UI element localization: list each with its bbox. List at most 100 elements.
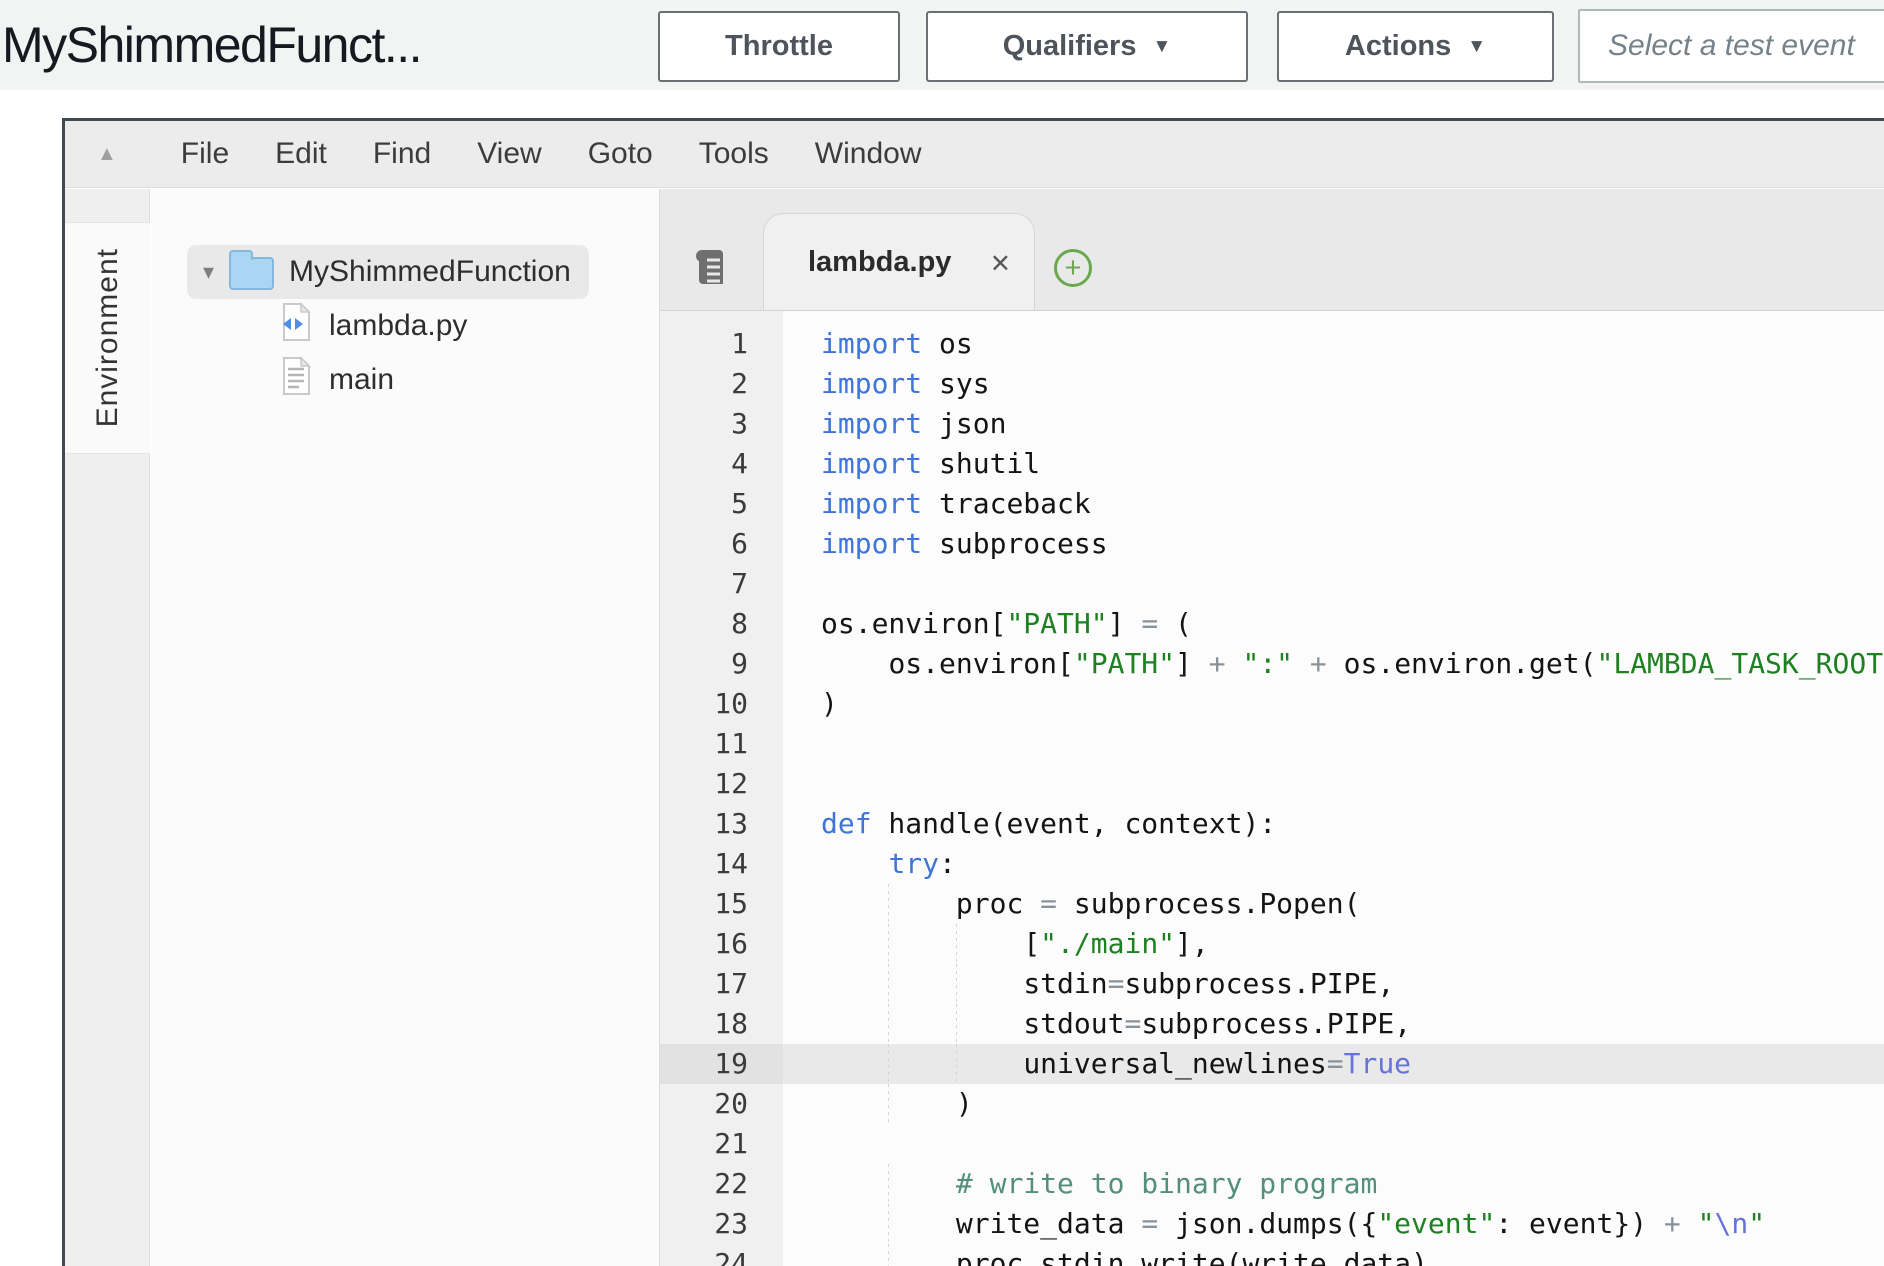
code-line-content [783,764,1884,804]
tree-folder-label: MyShimmedFunction [289,255,571,289]
menu-item-find[interactable]: Find [373,137,431,171]
code-line: 22 # write to binary program [660,1164,1884,1204]
code-line-content: import json [783,404,1884,444]
code-line: 11 [660,724,1884,764]
menu-item-window[interactable]: Window [815,137,922,171]
indent-guide [888,884,955,924]
left-tab-rail: Environment [65,189,150,1266]
line-number: 15 [660,884,783,924]
tree-file-label: lambda.py [329,309,467,343]
collapse-panel-icon[interactable]: ▲ [97,143,117,166]
folder-icon [229,257,274,290]
tab-label: lambda.py [808,246,951,279]
line-number: 8 [660,604,783,644]
menu-item-goto[interactable]: Goto [588,137,653,171]
tree-item-folder[interactable]: ▾ MyShimmedFunction [187,245,589,299]
line-number: 5 [660,484,783,524]
line-number: 12 [660,764,783,804]
code-line-content: write_data = json.dumps({"event": event}… [783,1204,1884,1244]
code-line: 9 os.environ["PATH"] + ":" + os.environ.… [660,644,1884,684]
line-number: 13 [660,804,783,844]
tree-item-main[interactable]: main [279,353,659,407]
indent-guide [888,964,955,1004]
actions-button[interactable]: Actions ▼ [1277,11,1554,82]
indent-guide [821,964,888,1004]
menu-item-tools[interactable]: Tools [699,137,769,171]
tab-lambda-py[interactable]: lambda.py × [763,213,1035,310]
chevron-down-icon: ▼ [1152,36,1171,58]
line-number: 10 [660,684,783,724]
indent-guide [956,1044,1023,1084]
line-number: 17 [660,964,783,1004]
code-editor-pane: lambda.py × + 1import os2import sys3impo… [660,189,1884,1266]
indent-guide [821,924,888,964]
file-tree-panel: ▾ MyShimmedFunction lambda.py [151,189,660,1266]
code-line-content: def handle(event, context): [783,804,1884,844]
code-line-content: os.environ["PATH"] + ":" + os.environ.ge… [783,644,1884,684]
line-number: 22 [660,1164,783,1204]
indent-guide [888,1044,955,1084]
code-area[interactable]: 1import os2import sys3import json4import… [660,311,1884,1266]
line-number: 20 [660,1084,783,1124]
function-title: MyShimmedFunct... [2,0,421,90]
indent-guide [888,1164,955,1204]
indent-guide [821,844,888,884]
line-number: 1 [660,324,783,364]
line-number: 19 [660,1044,783,1084]
indent-guide [888,924,955,964]
line-number: 9 [660,644,783,684]
menu-item-file[interactable]: File [181,137,229,171]
code-line-content: import traceback [783,484,1884,524]
menu-item-edit[interactable]: Edit [275,137,327,171]
tree-expand-icon[interactable]: ▾ [203,259,214,285]
test-event-select[interactable]: Select a test event [1578,9,1884,83]
tab-list-icon[interactable] [693,248,731,293]
code-line: 8os.environ["PATH"] = ( [660,604,1884,644]
line-number: 24 [660,1244,783,1266]
code-line-content: ) [783,684,1884,724]
indent-guide [821,644,888,684]
code-line: 18 stdout=subprocess.PIPE, [660,1004,1884,1044]
code-line: 14 try: [660,844,1884,884]
code-line: 4import shutil [660,444,1884,484]
editor-tabbar: lambda.py × + [660,189,1884,311]
editor-body: Environment ▾ MyShimmedFunction [65,189,1884,1266]
qualifiers-button[interactable]: Qualifiers ▼ [926,11,1248,82]
menu-item-view[interactable]: View [477,137,541,171]
new-tab-plus-icon[interactable]: + [1054,249,1092,287]
code-line: 5import traceback [660,484,1884,524]
code-line: 23 write_data = json.dumps({"event": eve… [660,1204,1884,1244]
code-line: 1import os [660,324,1884,364]
code-line-content: proc = subprocess.Popen( [783,884,1884,924]
line-number: 11 [660,724,783,764]
indent-guide [888,1004,955,1044]
environment-tab-label: Environment [91,248,125,427]
indent-guide [888,1204,955,1244]
indent-guide [956,924,1023,964]
tree-item-lambda-py[interactable]: lambda.py [279,299,659,353]
code-line-content: # write to binary program [783,1164,1884,1204]
qualifiers-button-label: Qualifiers [1003,30,1137,63]
code-line-content: ["./main"], [783,924,1884,964]
indent-guide [956,964,1023,1004]
code-line: 12 [660,764,1884,804]
code-line-content [783,1124,1884,1164]
code-line: 7 [660,564,1884,604]
line-number: 23 [660,1204,783,1244]
throttle-button-label: Throttle [725,30,833,63]
indent-guide [821,1164,888,1204]
code-line-content: import sys [783,364,1884,404]
code-line: 20 ) [660,1084,1884,1124]
code-line-content: import shutil [783,444,1884,484]
code-line-content: proc.stdin.write(write_data) [783,1244,1884,1266]
throttle-button[interactable]: Throttle [658,11,900,82]
code-line: 13def handle(event, context): [660,804,1884,844]
close-icon[interactable]: × [991,246,1034,279]
code-line: 24 proc.stdin.write(write_data) [660,1244,1884,1266]
indent-guide [888,1244,955,1266]
environment-tab[interactable]: Environment [65,222,150,454]
tree-file-label: main [329,363,394,397]
code-line-content [783,564,1884,604]
line-number: 2 [660,364,783,404]
lambda-console-screen: MyShimmedFunct... Throttle Qualifiers ▼ … [0,0,1884,1266]
